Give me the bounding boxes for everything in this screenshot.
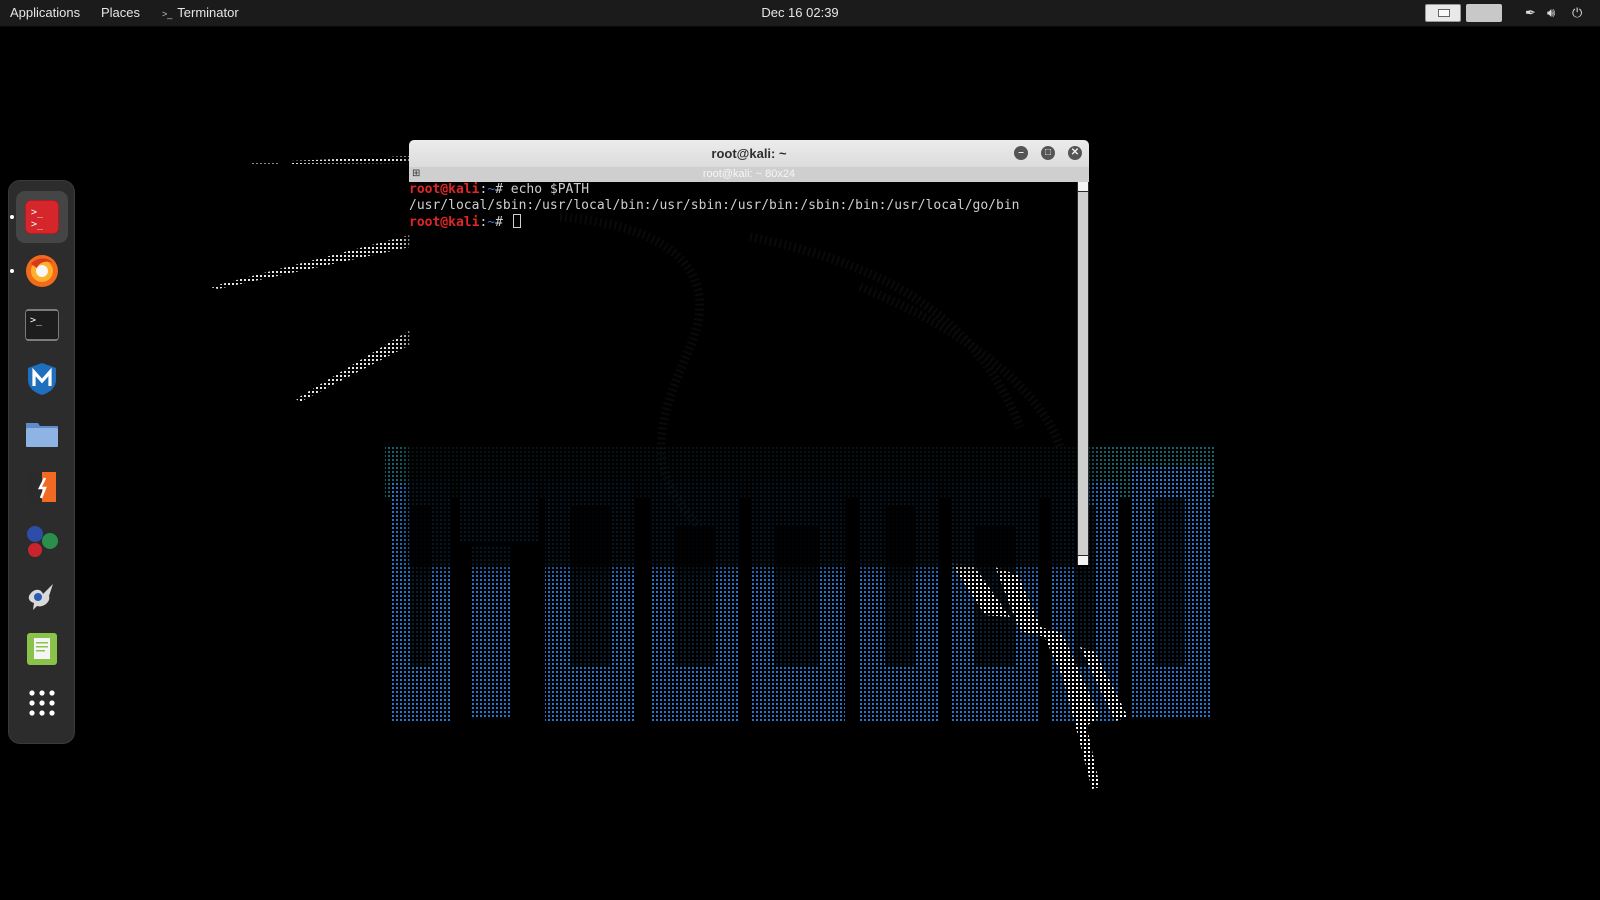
prompt-symbol: # xyxy=(495,215,511,230)
terminator-small-icon: >_ xyxy=(162,9,173,19)
workspace-1[interactable] xyxy=(1425,4,1461,22)
armitage-icon xyxy=(28,584,53,610)
dock-show-applications[interactable] xyxy=(16,677,68,729)
scrollbar[interactable] xyxy=(1077,182,1089,565)
terminal-titlebar[interactable]: ⊞ root@kali: ~ 80x24 xyxy=(409,167,1089,182)
maltego-icon xyxy=(27,526,58,557)
app-menu-label: Terminator xyxy=(177,5,239,20)
prompt-dir: ~ xyxy=(487,182,496,197)
burpsuite-icon xyxy=(28,472,56,502)
dock-metasploit[interactable] xyxy=(16,353,68,405)
text-cursor xyxy=(512,214,521,228)
dock-maltego[interactable] xyxy=(16,515,68,567)
power-icon[interactable]: ⏻ xyxy=(1572,5,1582,21)
command-text: echo $PATH xyxy=(510,182,590,197)
scroll-up-arrow[interactable] xyxy=(1078,182,1088,191)
clock-label[interactable]: Dec 16 02:39 xyxy=(761,5,838,20)
minimize-icon[interactable]: – xyxy=(1014,146,1028,160)
top-panel: Applications Places >_ Terminator Dec 16 … xyxy=(0,0,1600,27)
workspace-2[interactable] xyxy=(1466,4,1502,22)
dock-firefox[interactable] xyxy=(10,245,68,297)
clock: Dec 16 02:39 xyxy=(0,5,1600,20)
workspace-window-thumb xyxy=(1438,9,1450,17)
pen-icon[interactable]: ✒ xyxy=(1525,5,1536,21)
text-editor-icon xyxy=(27,633,57,665)
terminator-icon: >_ >_ xyxy=(25,200,59,234)
metasploit-icon xyxy=(28,363,56,395)
command-output: /usr/local/sbin:/usr/local/bin:/usr/sbin… xyxy=(409,198,1020,213)
scroll-down-arrow[interactable] xyxy=(1078,556,1088,565)
terminator-window[interactable]: root@kali: ~ – □ ✕ ⊞ root@kali: ~ 80x24 … xyxy=(409,140,1089,565)
volume-icon[interactable]: 🔊︎ xyxy=(1547,5,1555,21)
prompt-symbol: # xyxy=(495,182,511,197)
prompt-user: root@kali xyxy=(409,182,480,197)
window-titlebar[interactable]: root@kali: ~ – □ ✕ xyxy=(409,140,1089,167)
svg-text:>_: >_ xyxy=(31,207,44,218)
window-title: root@kali: ~ xyxy=(711,146,787,161)
prompt-dir: ~ xyxy=(487,215,496,230)
dock-burpsuite[interactable] xyxy=(16,461,68,513)
terminal-line: root@kali:~# echo $PATH xyxy=(409,182,1077,198)
dock-terminal[interactable]: >_ xyxy=(16,299,68,351)
maximize-icon[interactable]: □ xyxy=(1041,146,1055,160)
dragon-streaks xyxy=(210,156,410,402)
firefox-icon xyxy=(26,255,58,287)
terminal-line: /usr/local/sbin:/usr/local/bin:/usr/sbin… xyxy=(409,198,1077,214)
prompt-user: root@kali xyxy=(409,215,480,230)
app-menu[interactable]: >_ Terminator xyxy=(162,5,239,20)
terminal-line: root@kali:~# xyxy=(409,214,1077,230)
scroll-thumb[interactable] xyxy=(1078,192,1088,555)
dock-terminator[interactable]: >_ >_ xyxy=(10,191,68,243)
svg-text:>_: >_ xyxy=(30,315,43,326)
terminal-size-label: root@kali: ~ 80x24 xyxy=(702,168,796,180)
running-indicator xyxy=(10,269,14,273)
close-icon[interactable]: ✕ xyxy=(1068,146,1082,160)
dock-files[interactable] xyxy=(16,407,68,459)
svg-text:>_: >_ xyxy=(31,219,44,230)
folder-icon xyxy=(26,423,58,447)
app-grid-icon xyxy=(29,690,55,716)
dock-armitage[interactable] xyxy=(16,569,68,621)
dash-dock: >_ >_ >_ xyxy=(8,180,75,744)
dock-text-editor[interactable] xyxy=(16,623,68,675)
running-indicator xyxy=(10,215,14,219)
terminal-output[interactable]: root@kali:~# echo $PATH /usr/local/sbin:… xyxy=(409,182,1077,565)
places-menu[interactable]: Places xyxy=(101,5,140,20)
terminal-icon: >_ xyxy=(25,309,59,341)
applications-menu[interactable]: Applications xyxy=(10,5,80,20)
